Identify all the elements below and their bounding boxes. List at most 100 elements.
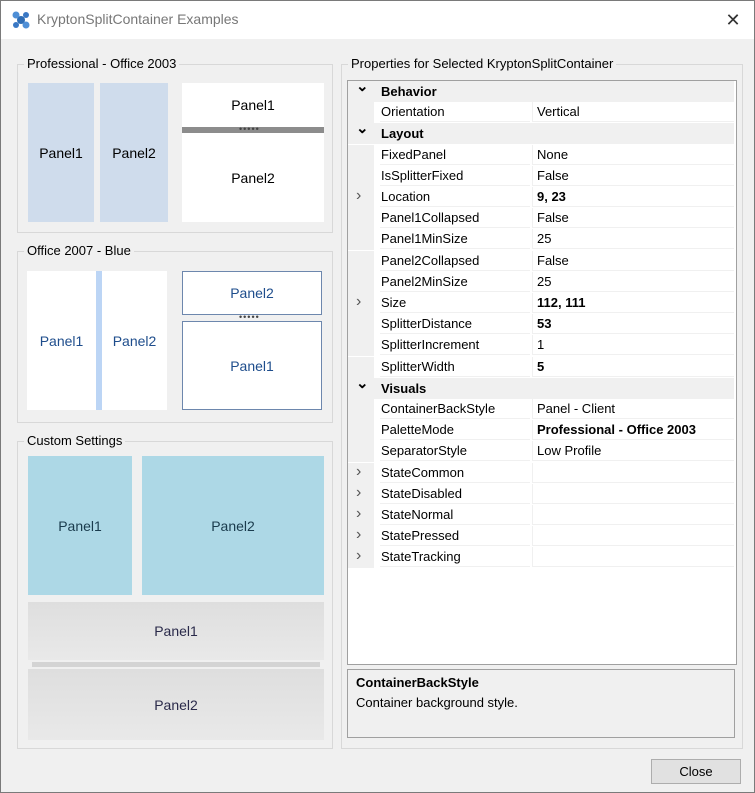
row-gutter: [348, 399, 374, 420]
chevron-down-icon[interactable]: ⌄: [356, 77, 369, 95]
property-row-containerbackstyle[interactable]: ContainerBackStyle Panel - Client: [348, 399, 734, 420]
property-grid[interactable]: ⌄ Behavior Orientation Vertical ⌄ Layout Fixed…: [347, 78, 737, 665]
property-value[interactable]: False: [532, 250, 734, 271]
property-name: StateNormal: [380, 505, 530, 525]
property-name: Panel1Collapsed: [380, 208, 530, 229]
property-value[interactable]: 25: [532, 229, 734, 250]
property-value[interactable]: Professional - Office 2003: [532, 420, 734, 441]
property-name: IsSplitterFixed: [380, 166, 530, 186]
o7-horizontal-panel-top[interactable]: Panel2: [182, 271, 322, 315]
property-value[interactable]: [532, 505, 734, 525]
property-row-separatorstyle[interactable]: SeparatorStyle Low Profile: [348, 441, 734, 463]
category-name: Visuals: [381, 380, 427, 396]
property-value[interactable]: [532, 462, 734, 483]
custom-top-panel1[interactable]: Panel1: [28, 456, 132, 595]
property-value[interactable]: [532, 483, 734, 504]
property-value[interactable]: 1: [532, 335, 734, 356]
property-row-location[interactable]: › Location 9, 23: [348, 187, 734, 208]
row-gutter: [348, 441, 374, 463]
property-row-statepressed[interactable]: › StatePressed: [348, 526, 734, 548]
chevron-down-icon[interactable]: ⌄: [356, 374, 369, 392]
group-title: Custom Settings: [24, 433, 126, 449]
pro-vertical-panel1[interactable]: Panel1: [28, 83, 94, 222]
property-name: StatePressed: [380, 526, 530, 547]
property-value[interactable]: 53: [532, 314, 734, 335]
chevron-right-icon[interactable]: ›: [356, 187, 361, 205]
custom-bottom-panel1[interactable]: Panel1: [28, 602, 324, 660]
property-value[interactable]: Panel - Client: [532, 399, 734, 419]
property-value[interactable]: 5: [532, 356, 734, 377]
property-row-panel1collapsed[interactable]: Panel1Collapsed False: [348, 208, 734, 230]
category-row-behavior[interactable]: ⌄ Behavior: [348, 78, 734, 102]
property-value[interactable]: Low Profile: [532, 441, 734, 462]
property-value[interactable]: 25: [532, 271, 734, 292]
custom-horizontal-splitter[interactable]: [32, 662, 320, 667]
property-value[interactable]: [532, 526, 734, 547]
property-value[interactable]: 112, 111: [532, 293, 734, 313]
chevron-right-icon[interactable]: ›: [356, 484, 361, 502]
description-text: Container background style.: [356, 695, 518, 710]
property-row-panel1minsize[interactable]: Panel1MinSize 25: [348, 229, 734, 251]
property-value[interactable]: None: [532, 144, 734, 165]
row-gutter: [348, 335, 374, 357]
chevron-right-icon[interactable]: ›: [356, 463, 361, 481]
row-gutter: [348, 144, 374, 166]
property-value[interactable]: [532, 547, 734, 568]
property-row-splitterincrement[interactable]: SplitterIncrement 1: [348, 335, 734, 357]
property-name: ContainerBackStyle: [380, 399, 530, 419]
o7-vertical-panel1[interactable]: Panel1: [27, 271, 96, 410]
pro-horizontal-panel1[interactable]: Panel1: [182, 83, 324, 127]
custom-bottom-panel2[interactable]: Panel2: [28, 669, 324, 740]
property-name: PaletteMode: [380, 420, 530, 441]
property-row-statedisabled[interactable]: › StateDisabled: [348, 483, 734, 505]
property-value[interactable]: False: [532, 165, 734, 186]
property-row-panel2collapsed[interactable]: Panel2Collapsed False: [348, 250, 734, 272]
chevron-right-icon[interactable]: ›: [356, 505, 361, 523]
property-row-issplitterfixed[interactable]: IsSplitterFixed False: [348, 165, 734, 187]
close-button[interactable]: Close: [651, 759, 741, 784]
custom-top-panel2[interactable]: Panel2: [142, 456, 324, 595]
pro-horizontal-panel2[interactable]: Panel2: [182, 133, 324, 222]
property-row-statetracking[interactable]: › StateTracking: [348, 547, 734, 569]
title-bar: KryptonSplitContainer Examples ✕: [1, 1, 754, 39]
chevron-right-icon[interactable]: ›: [356, 293, 361, 311]
property-row-statenormal[interactable]: › StateNormal: [348, 505, 734, 526]
property-row-palettemode[interactable]: PaletteMode Professional - Office 2003: [348, 420, 734, 442]
category-name: Layout: [381, 126, 424, 142]
property-name: Panel1MinSize: [380, 229, 530, 250]
pro-vertical-panel2[interactable]: Panel2: [100, 83, 168, 222]
property-value[interactable]: Vertical: [532, 102, 734, 123]
row-gutter: [348, 271, 374, 293]
property-name: FixedPanel: [380, 145, 530, 165]
row-gutter: [348, 250, 374, 272]
property-row-size[interactable]: › Size 112, 111: [348, 293, 734, 314]
property-row-statecommon[interactable]: › StateCommon: [348, 462, 734, 484]
property-row-splitterwidth[interactable]: SplitterWidth 5: [348, 356, 734, 378]
group-title: Properties for Selected KryptonSplitCont…: [348, 56, 617, 72]
chevron-right-icon[interactable]: ›: [356, 547, 361, 565]
category-row-layout[interactable]: ⌄ Layout: [348, 120, 734, 145]
property-value[interactable]: False: [532, 208, 734, 229]
chevron-down-icon[interactable]: ⌄: [356, 119, 369, 137]
property-name: Size: [380, 293, 530, 313]
property-description-panel: ContainerBackStyle Container background …: [347, 669, 735, 738]
group-title: Office 2007 - Blue: [24, 243, 134, 259]
property-name: Panel2Collapsed: [380, 251, 530, 271]
o7-vertical-panel2[interactable]: Panel2: [102, 271, 167, 410]
chevron-right-icon[interactable]: ›: [356, 526, 361, 544]
property-value[interactable]: 9, 23: [532, 187, 734, 207]
property-row-splitterdistance[interactable]: SplitterDistance 53: [348, 314, 734, 336]
category-row-visuals[interactable]: ⌄ Visuals: [348, 375, 734, 399]
property-row-fixedpanel[interactable]: FixedPanel None: [348, 144, 734, 166]
property-name: Panel2MinSize: [380, 272, 530, 292]
property-name: StateDisabled: [380, 484, 530, 504]
row-gutter: [348, 208, 374, 230]
splitter-grip-icon: •••••: [239, 124, 260, 134]
property-row-orientation[interactable]: Orientation Vertical: [348, 102, 734, 124]
property-name: SplitterWidth: [380, 357, 530, 377]
window-close-button[interactable]: ✕: [718, 7, 748, 33]
property-row-panel2minsize[interactable]: Panel2MinSize 25: [348, 271, 734, 293]
window-title: KryptonSplitContainer Examples: [37, 11, 239, 27]
dialog-window: KryptonSplitContainer Examples ✕ Profess…: [0, 0, 755, 793]
o7-horizontal-panel-bottom[interactable]: Panel1: [182, 321, 322, 410]
